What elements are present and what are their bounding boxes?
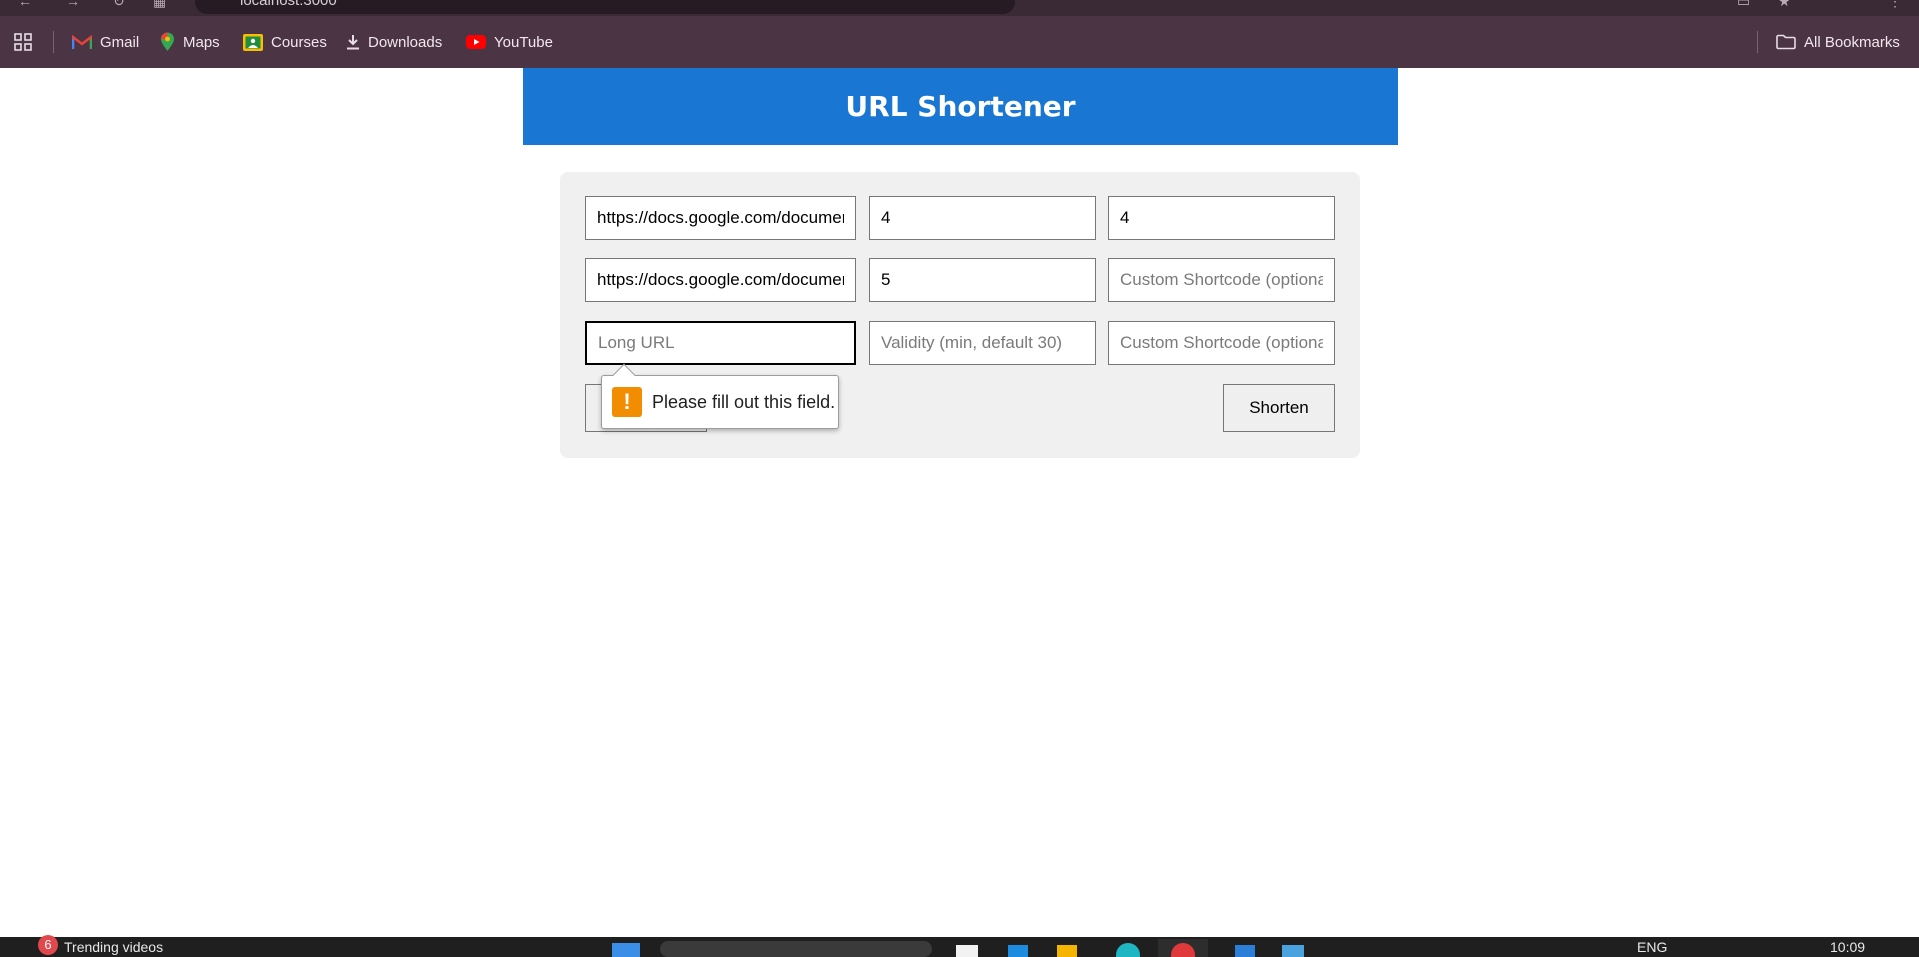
menu-icon[interactable]: ⋮	[1888, 0, 1902, 10]
bookmarks-bar: Gmail Maps Courses Downloads YouTube All…	[0, 16, 1919, 68]
shorten-button[interactable]: Shorten	[1223, 384, 1335, 432]
validation-tooltip: ! Please fill out this field.	[601, 363, 839, 429]
shortcode-input-3[interactable]	[1108, 321, 1335, 365]
bookmark-maps[interactable]: Maps	[160, 16, 220, 68]
youtube-icon	[466, 35, 486, 49]
language-indicator[interactable]: ENG	[1637, 939, 1667, 955]
reload-icon[interactable]: ↻	[113, 0, 125, 10]
validation-message: Please fill out this field.	[652, 391, 836, 412]
long-url-input-3[interactable]	[585, 321, 856, 365]
all-bookmarks[interactable]: All Bookmarks	[1776, 16, 1900, 68]
gmail-icon	[72, 34, 92, 49]
app-header: URL Shortener	[523, 68, 1398, 145]
apps-icon[interactable]: ▦	[153, 0, 166, 10]
edge-icon[interactable]	[1008, 945, 1028, 957]
clock[interactable]: 10:09	[1830, 939, 1865, 955]
app-icon[interactable]	[1116, 943, 1140, 957]
bookmark-downloads[interactable]: Downloads	[346, 16, 442, 68]
search-box[interactable]	[660, 941, 932, 957]
forward-icon[interactable]: →	[66, 0, 80, 9]
all-bookmarks-label: All Bookmarks	[1804, 33, 1900, 51]
bookmark-label: Gmail	[100, 33, 140, 51]
warning-icon: !	[612, 387, 642, 417]
start-icon[interactable]	[612, 943, 640, 957]
app-icon[interactable]	[1057, 945, 1077, 957]
validity-input-2[interactable]	[869, 258, 1096, 302]
courses-icon	[243, 33, 263, 51]
shortcode-input-2[interactable]	[1108, 258, 1335, 302]
bookmark-courses[interactable]: Courses	[243, 16, 327, 68]
notepad-icon[interactable]	[1282, 945, 1304, 957]
bookmark-label: Downloads	[368, 33, 443, 51]
news-widget-label[interactable]: Trending videos	[64, 939, 163, 955]
long-url-input-2[interactable]	[585, 258, 856, 302]
bookmarks-separator	[1757, 31, 1758, 53]
vscode-icon[interactable]	[1235, 945, 1255, 957]
validity-input-1[interactable]	[869, 196, 1096, 240]
notification-badge: 6	[38, 935, 58, 955]
file-explorer-icon[interactable]	[956, 945, 978, 957]
shortcode-input-1[interactable]	[1108, 196, 1335, 240]
bookmark-youtube[interactable]: YouTube	[466, 16, 553, 68]
taskbar: 6 Trending videos ENG 10:09	[0, 935, 1919, 957]
bookmark-label: YouTube	[494, 33, 553, 51]
maps-icon	[161, 32, 174, 51]
page-title: URL Shortener	[845, 90, 1076, 123]
cast-icon[interactable]: ▭	[1737, 0, 1750, 10]
apps-grid-icon[interactable]	[14, 33, 32, 51]
bookmark-label: Maps	[183, 33, 220, 51]
back-icon[interactable]: ←	[18, 0, 32, 9]
download-icon	[347, 35, 359, 50]
browser-toolbar: ← → ↻ ▦ localhost:3000 ▭ ★ ⋮	[0, 0, 1919, 16]
bookmark-gmail[interactable]: Gmail	[72, 16, 139, 68]
bookmarks-separator	[53, 31, 54, 53]
star-icon[interactable]: ★	[1778, 0, 1791, 10]
bookmark-label: Courses	[271, 33, 327, 51]
validity-input-3[interactable]	[869, 321, 1096, 365]
long-url-input-1[interactable]	[585, 196, 856, 240]
folder-icon	[1776, 34, 1796, 50]
address-text[interactable]: localhost:3000	[240, 0, 337, 9]
